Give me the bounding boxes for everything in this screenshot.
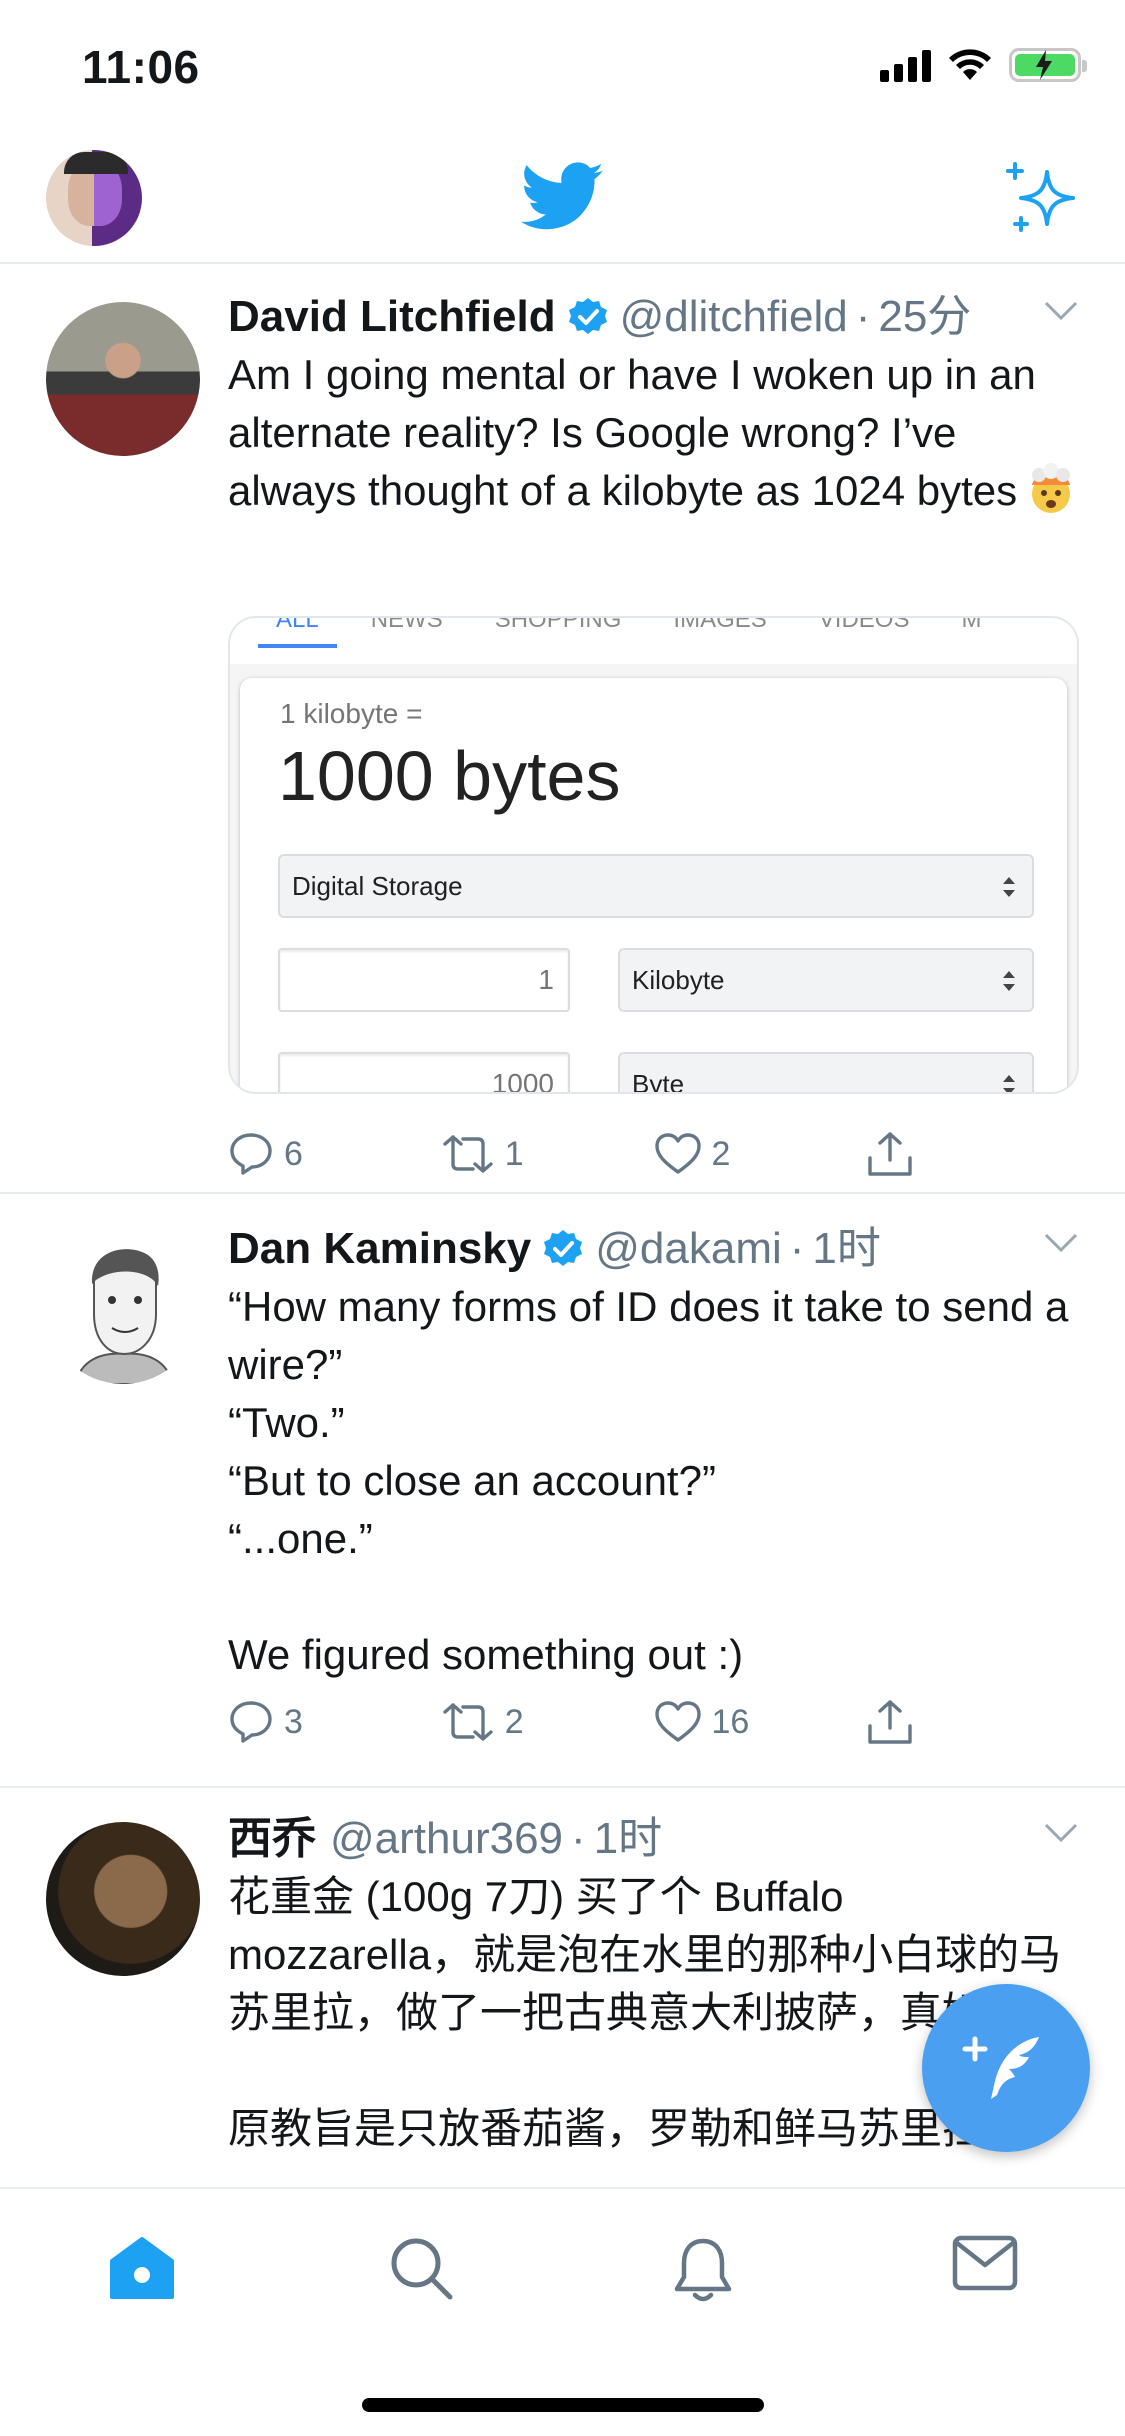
home-indicator[interactable] (362, 2398, 764, 2412)
reply-count: 6 (284, 1134, 303, 1173)
like-count: 16 (711, 1702, 750, 1741)
separator-dot: · (855, 292, 871, 341)
author-handle[interactable]: @dlitchfield (620, 288, 848, 346)
sketch-portrait (74, 1249, 174, 1384)
sparkle-icon[interactable] (1003, 160, 1079, 236)
author-avatar[interactable] (46, 302, 200, 456)
tab-news: NEWS (370, 616, 443, 633)
author-avatar[interactable] (46, 1230, 200, 1384)
search-tabs: ALL NEWS SHOPPING IMAGES VIDEOS M (230, 618, 1077, 664)
chevron-down-icon[interactable] (1043, 1232, 1079, 1254)
tweet[interactable]: Dan Kaminsky @dakami · 1时 “How many form… (0, 1194, 1125, 1788)
author-name[interactable]: 西乔 (228, 1810, 316, 1868)
profile-avatar-icon[interactable] (46, 150, 142, 246)
from-unit-value: Kilobyte (632, 965, 725, 995)
select-arrows-icon (1003, 971, 1015, 991)
like-count: 2 (711, 1134, 731, 1173)
reply-button[interactable]: 3 (228, 1699, 441, 1745)
category-select: Digital Storage (278, 854, 1034, 918)
status-time: 11:06 (82, 41, 200, 93)
signal-icon (880, 48, 931, 82)
author-handle[interactable]: @dakami (595, 1220, 782, 1278)
tab-shopping: SHOPPING (494, 616, 622, 633)
tweet-text: Am I going mental or have I woken up in … (228, 346, 1079, 520)
share-icon (868, 1132, 912, 1176)
to-unit-select: Byte (618, 1052, 1034, 1094)
tweet-timestamp: 25分 (878, 292, 972, 341)
tweet-text-content: Am I going mental or have I woken up in … (228, 351, 1048, 514)
to-unit-value: Byte (632, 1069, 685, 1094)
tweet-timestamp: 1时 (812, 1224, 881, 1273)
select-arrows-icon (1003, 1075, 1015, 1092)
chevron-down-icon[interactable] (1043, 1822, 1079, 1844)
verified-badge-icon (568, 298, 607, 334)
tab-all: ALL (258, 618, 337, 664)
compose-tweet-button[interactable] (922, 1984, 1090, 2152)
reply-button[interactable]: 6 (228, 1131, 441, 1177)
retweet-icon (443, 1703, 493, 1741)
notifications-icon[interactable] (672, 2235, 734, 2305)
author-avatar[interactable] (46, 1822, 200, 1976)
to-value-input: 1000 (278, 1052, 570, 1092)
tab-images: IMAGES (673, 616, 767, 633)
tweet-timestamp: 1时 (593, 1814, 663, 1863)
tweet-header: 西乔 @arthur369 · 1时 (228, 1810, 1079, 1868)
status-icons (880, 48, 1087, 82)
author-name[interactable]: Dan Kaminsky (228, 1220, 531, 1278)
retweet-button[interactable]: 2 (441, 1702, 654, 1742)
twitter-bird-icon (521, 162, 604, 230)
reply-icon (230, 1133, 272, 1175)
share-icon (868, 1700, 912, 1744)
tweet-actions: 6 1 2 (228, 1130, 1079, 1178)
like-button[interactable]: 2 (654, 1132, 867, 1176)
status-bar: 11:06 (0, 0, 1125, 132)
heart-icon (654, 1701, 701, 1742)
tweet-media-image[interactable]: ALL NEWS SHOPPING IMAGES VIDEOS M 1 kilo… (228, 616, 1079, 1094)
verified-badge-icon (544, 1230, 583, 1266)
converter-result: 1000 bytes (278, 737, 621, 815)
from-unit-select: Kilobyte (618, 948, 1034, 1012)
wifi-icon (949, 49, 991, 80)
tweet[interactable]: David Litchfield @dlitchfield · 25分 Am I… (0, 266, 1125, 1194)
author-name[interactable]: David Litchfield (228, 288, 556, 346)
tweet-header: David Litchfield @dlitchfield · 25分 (228, 288, 1079, 346)
reply-icon (230, 1701, 272, 1743)
separator-dot: · (571, 1814, 586, 1863)
from-value-input: 1 (278, 948, 570, 1012)
retweet-count: 1 (504, 1134, 524, 1173)
converter-label: 1 kilobyte = (280, 698, 423, 729)
chevron-down-icon[interactable] (1043, 300, 1079, 322)
search-icon[interactable] (388, 2235, 454, 2301)
top-nav (0, 132, 1125, 264)
author-handle[interactable]: @arthur369 (330, 1810, 563, 1868)
retweet-icon (443, 1135, 493, 1173)
tab-videos: VIDEOS (818, 616, 910, 633)
tweet-text: “How many forms of ID does it take to se… (228, 1283, 1069, 1678)
tweet-header: Dan Kaminsky @dakami · 1时 (228, 1220, 1079, 1278)
share-button[interactable] (866, 1130, 1079, 1178)
battery-icon (1009, 48, 1087, 82)
share-button[interactable] (866, 1698, 1079, 1746)
retweet-button[interactable]: 1 (441, 1134, 654, 1174)
compose-feather-icon (962, 2036, 1039, 2099)
tweet-actions: 3 2 16 (228, 1698, 1079, 1746)
category-value: Digital Storage (292, 871, 463, 901)
separator-dot: · (789, 1224, 805, 1273)
tab-more: M (961, 616, 982, 633)
retweet-count: 2 (504, 1702, 524, 1741)
unit-converter-card: 1 kilobyte = 1000 bytes Digital Storage … (240, 678, 1067, 1094)
select-arrows-icon (1003, 877, 1015, 897)
like-button[interactable]: 16 (654, 1700, 867, 1744)
exploding-head-emoji (1032, 463, 1071, 513)
heart-icon (654, 1133, 701, 1174)
home-icon[interactable] (108, 2235, 176, 2301)
messages-icon[interactable] (952, 2235, 1018, 2291)
reply-count: 3 (284, 1702, 303, 1741)
